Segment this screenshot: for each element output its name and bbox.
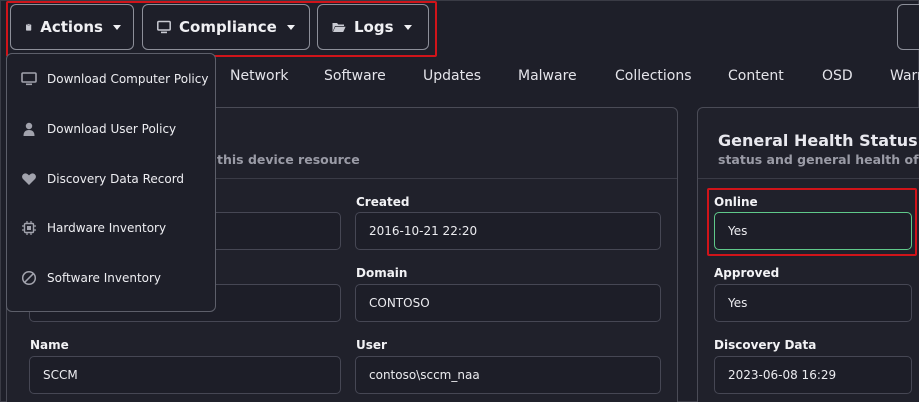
health-title: General Health Status: [718, 131, 918, 150]
tab-network[interactable]: Network: [230, 68, 288, 84]
heart-icon: [22, 173, 36, 185]
compliance-button[interactable]: Compliance: [142, 4, 310, 50]
disc-icon: [21, 270, 37, 286]
chip-icon: [22, 221, 36, 235]
tab-software[interactable]: Software: [324, 68, 386, 84]
toolbar-overflow-button[interactable]: [897, 4, 919, 50]
menu-item-label: Software Inventory: [47, 271, 162, 285]
tab-warn[interactable]: Warn: [890, 68, 919, 84]
user-label: User: [356, 338, 387, 352]
general-health-card: General Health Status status and general…: [697, 107, 919, 402]
tab-malware[interactable]: Malware: [518, 68, 577, 84]
chevron-down-icon: [113, 24, 121, 30]
created-field[interactable]: 2016-10-21 22:20: [355, 212, 661, 250]
clipboard-icon: [26, 23, 32, 31]
menu-item-label: Hardware Inventory: [47, 221, 167, 235]
chevron-down-icon: [403, 24, 412, 30]
online-label: Online: [714, 195, 758, 209]
desktop-icon: [157, 20, 171, 34]
tab-content[interactable]: Content: [728, 68, 784, 84]
domain-field[interactable]: CONTOSO: [355, 284, 661, 322]
created-label: Created: [356, 195, 410, 209]
card-divider: [698, 178, 919, 179]
tab-collections[interactable]: Collections: [615, 68, 692, 84]
monitor-icon: [21, 72, 37, 86]
name-label: Name: [30, 338, 69, 352]
actions-button[interactable]: Actions: [10, 4, 134, 50]
health-subtitle: status and general health of th: [718, 152, 919, 167]
online-field[interactable]: Yes: [714, 212, 912, 250]
card-subtitle: this device resource: [217, 152, 360, 167]
compliance-label: Compliance: [179, 18, 277, 36]
discovery-data-field[interactable]: 2023-06-08 16:29: [714, 356, 912, 394]
discovery-data-label: Discovery Data: [714, 338, 817, 352]
domain-label: Domain: [356, 266, 408, 280]
tab-osd[interactable]: OSD: [822, 68, 853, 84]
menu-item-discovery-data-record[interactable]: Discovery Data Record: [21, 171, 184, 187]
menu-item-label: Download User Policy: [47, 122, 177, 136]
logs-button[interactable]: Logs: [317, 4, 429, 50]
actions-label: Actions: [40, 18, 103, 36]
menu-item-label: Discovery Data Record: [47, 172, 185, 186]
logs-label: Logs: [354, 18, 394, 36]
menu-item-download-user-policy[interactable]: Download User Policy: [21, 121, 176, 137]
actions-dropdown-menu: Download Computer Policy Download User P…: [6, 53, 216, 312]
menu-item-software-inventory[interactable]: Software Inventory: [21, 270, 161, 286]
user-icon: [23, 122, 35, 136]
folder-open-icon: [332, 23, 346, 32]
approved-label: Approved: [714, 266, 780, 280]
menu-item-label: Download Computer Policy: [47, 72, 209, 86]
menu-item-download-computer-policy[interactable]: Download Computer Policy: [21, 71, 208, 87]
tab-updates[interactable]: Updates: [423, 68, 481, 84]
menu-item-hardware-inventory[interactable]: Hardware Inventory: [21, 220, 166, 236]
user-field[interactable]: contoso\sccm_naa: [355, 356, 661, 394]
name-field[interactable]: SCCM: [29, 356, 341, 394]
chevron-down-icon: [286, 24, 295, 30]
approved-field[interactable]: Yes: [714, 284, 912, 322]
